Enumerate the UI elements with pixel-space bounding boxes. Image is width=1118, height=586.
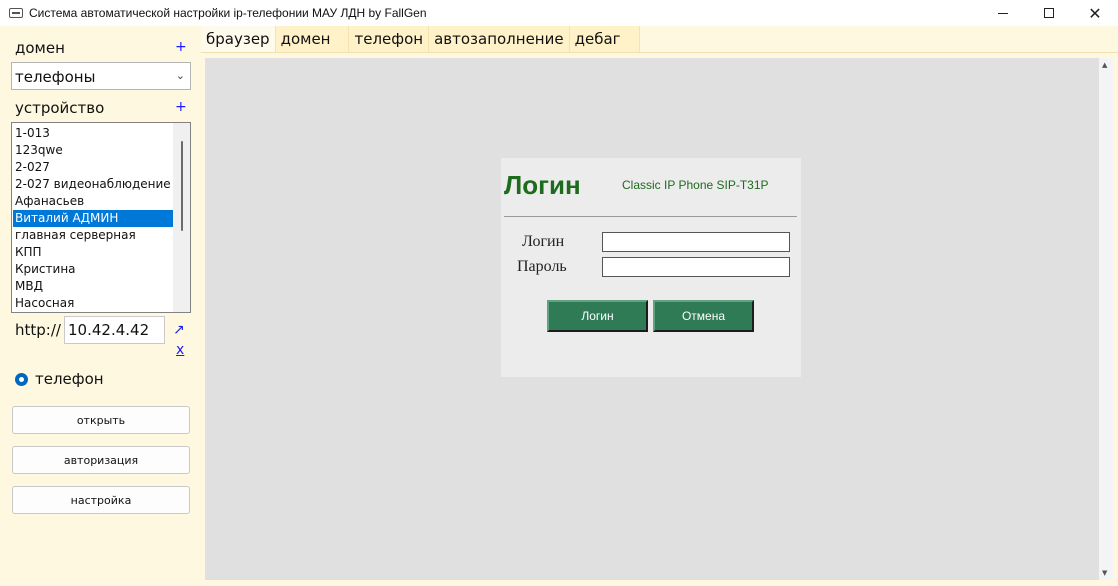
auth-button[interactable]: авторизация	[12, 446, 190, 474]
close-icon: ✕	[1088, 3, 1102, 23]
device-list-item[interactable]: 2-027	[13, 159, 173, 176]
device-list-item[interactable]: Насосная	[13, 295, 173, 312]
device-list[interactable]: 1-013 123qwe 2-027 2-027 видеонаблюдение Афа…	[11, 122, 191, 313]
browser-view: Логин Classic IP Phone SIP-T31P Логин Па…	[205, 58, 1113, 580]
settings-button[interactable]: настройка	[12, 486, 190, 514]
scroll-up-icon[interactable]: ▲	[1102, 61, 1107, 69]
scroll-down-icon[interactable]: ▼	[1102, 569, 1107, 577]
add-domain-button[interactable]: +	[175, 39, 187, 55]
device-list-item[interactable]: 1-013	[13, 125, 173, 142]
sidebar: домен + телефоны ⌄ устройство + 1-013 123…	[0, 26, 199, 586]
tab-browser[interactable]: браузер	[201, 26, 276, 53]
title-bar: Система автоматической настройки ip-теле…	[0, 0, 1118, 26]
device-list-item[interactable]: Афанасьев	[13, 193, 173, 210]
maximize-button[interactable]	[1026, 0, 1072, 26]
minimize-icon	[998, 12, 1008, 14]
divider	[504, 216, 797, 217]
browser-scrollbar[interactable]: ▲ ▼	[1099, 58, 1113, 580]
tab-autofill[interactable]: автозаполнение	[429, 26, 570, 53]
device-list-scrollbar[interactable]	[173, 123, 190, 312]
device-list-item[interactable]: 123qwe	[13, 142, 173, 159]
chevron-down-icon: ⌄	[175, 69, 185, 82]
window-title: Система автоматической настройки ip-теле…	[29, 6, 427, 20]
device-list-item[interactable]: главная серверная	[13, 227, 173, 244]
domain-select[interactable]: телефоны ⌄	[11, 62, 191, 90]
ip-address-input[interactable]: 10.42.4.42	[64, 316, 165, 344]
window-controls: ✕	[980, 0, 1118, 26]
password-label: Пароль	[517, 258, 567, 275]
domain-label: домен	[15, 39, 65, 57]
app-icon	[9, 8, 23, 18]
cancel-button[interactable]: Отмена	[653, 300, 754, 332]
device-list-item[interactable]: МВД	[13, 278, 173, 295]
clear-url-button[interactable]: x	[176, 342, 184, 358]
device-label: устройство	[15, 99, 105, 117]
open-link-icon[interactable]: ↗	[173, 322, 185, 338]
tab-divider	[201, 52, 1118, 53]
url-prefix: http://	[15, 321, 61, 339]
tab-bar: браузер домен телефон автозаполнение деб…	[201, 26, 640, 53]
device-list-item[interactable]: 2-027 видеонаблюдение	[13, 176, 173, 193]
device-list-items: 1-013 123qwe 2-027 2-027 видеонаблюдение Афа…	[13, 125, 173, 312]
minimize-button[interactable]	[980, 0, 1026, 26]
login-panel: Логин Classic IP Phone SIP-T31P Логин Па…	[501, 158, 801, 377]
phone-model: Classic IP Phone SIP-T31P	[622, 178, 769, 192]
add-device-button[interactable]: +	[175, 99, 187, 115]
phone-radio-label: телефон	[35, 370, 104, 388]
password-field[interactable]	[602, 257, 790, 277]
login-button[interactable]: Логин	[547, 300, 648, 332]
username-field[interactable]	[602, 232, 790, 252]
phone-radio[interactable]	[15, 373, 28, 386]
open-button[interactable]: открыть	[12, 406, 190, 434]
scrollbar-thumb[interactable]	[181, 141, 183, 231]
login-heading: Логин	[504, 170, 581, 200]
device-list-item[interactable]: Виталий АДМИН	[13, 210, 173, 227]
domain-select-value: телефоны	[15, 68, 96, 86]
device-list-item[interactable]: КПП	[13, 244, 173, 261]
tab-debug[interactable]: дебаг	[569, 26, 640, 53]
device-list-item[interactable]: Кристина	[13, 261, 173, 278]
username-label: Логин	[522, 233, 565, 250]
maximize-icon	[1044, 8, 1054, 18]
tab-phone[interactable]: телефон	[349, 26, 430, 53]
tab-domain[interactable]: домен	[275, 26, 350, 53]
close-button[interactable]: ✕	[1072, 0, 1118, 26]
